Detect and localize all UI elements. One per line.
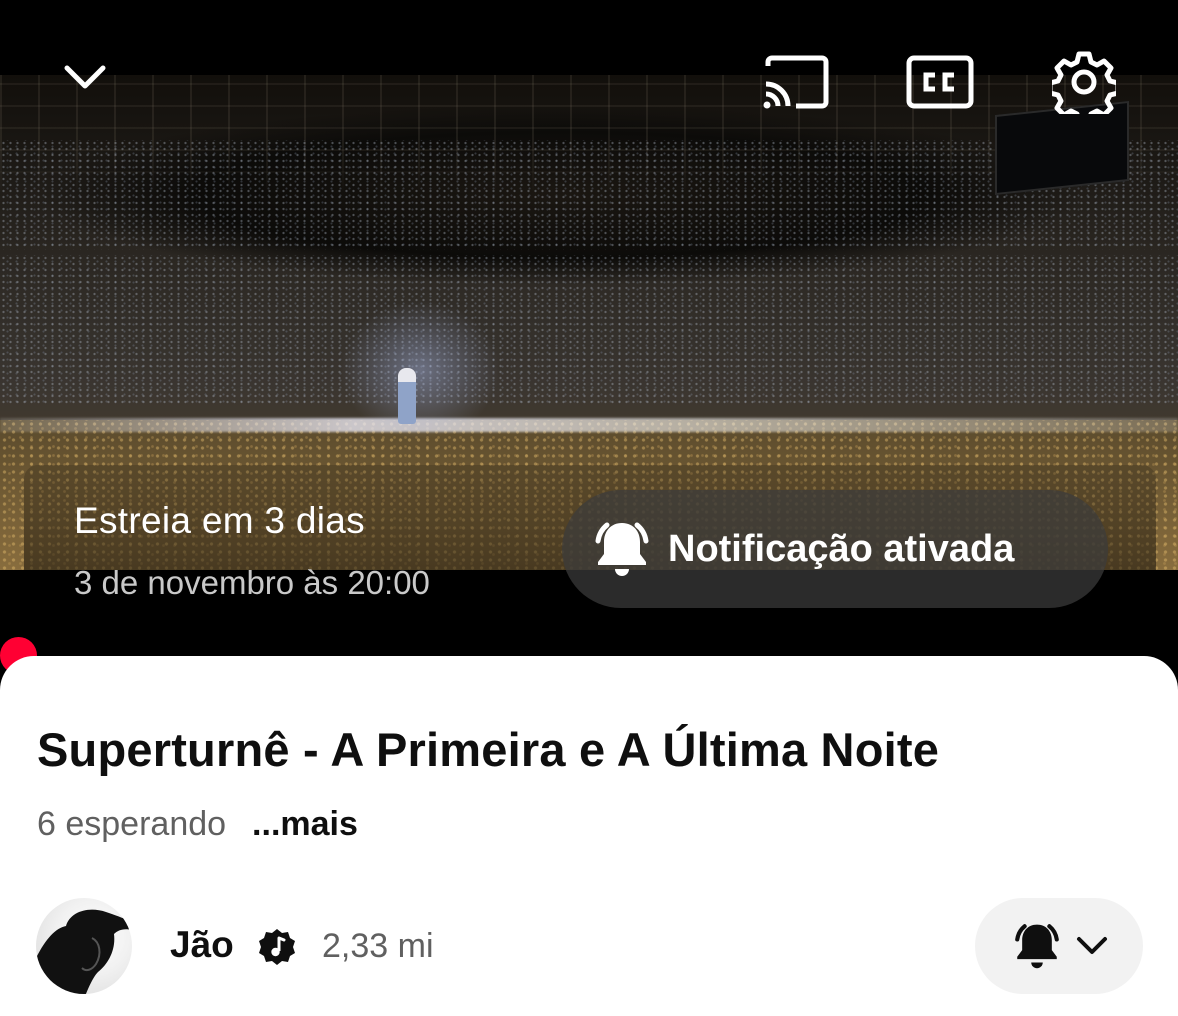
chevron-down-icon [64, 65, 106, 89]
cast-button[interactable] [758, 52, 832, 112]
chevron-down-icon [1077, 937, 1107, 954]
channel-avatar[interactable] [36, 898, 132, 994]
premiere-date: 3 de novembro às 20:00 [74, 564, 430, 601]
cast-icon [763, 55, 829, 109]
minimize-button[interactable] [58, 50, 112, 104]
video-player[interactable]: Estreia em 3 dias 3 de novembro às 20:00… [0, 0, 1178, 660]
notification-label: Notificação ativada [668, 527, 1015, 570]
premiere-countdown: Estreia em 3 dias [74, 500, 365, 541]
captions-button[interactable] [904, 52, 976, 112]
notification-button[interactable]: Notificação ativada [562, 490, 1108, 608]
bell-ringing-icon [1015, 924, 1059, 969]
settings-button[interactable] [1050, 48, 1118, 116]
more-link[interactable]: ...mais [252, 805, 358, 844]
closed-captions-icon [906, 55, 974, 109]
video-title[interactable]: Superturnê - A Primeira e A Última Noite [37, 722, 939, 777]
spotlight-decoration [340, 300, 500, 440]
waiting-count: 6 esperando [37, 805, 227, 843]
performer-figure [398, 368, 416, 424]
subscription-notifications-button[interactable] [975, 898, 1143, 994]
bell-ringing-icon [588, 515, 656, 583]
video-metadata[interactable]: 6 esperando ...mais [37, 805, 358, 844]
crowd-lower-decoration [0, 255, 1178, 405]
verified-music-icon [257, 927, 297, 967]
stage-lights-decoration [0, 418, 1178, 432]
gear-icon [1052, 51, 1116, 114]
channel-name[interactable]: Jão [170, 924, 234, 966]
subscriber-count: 2,33 mi [322, 927, 434, 965]
